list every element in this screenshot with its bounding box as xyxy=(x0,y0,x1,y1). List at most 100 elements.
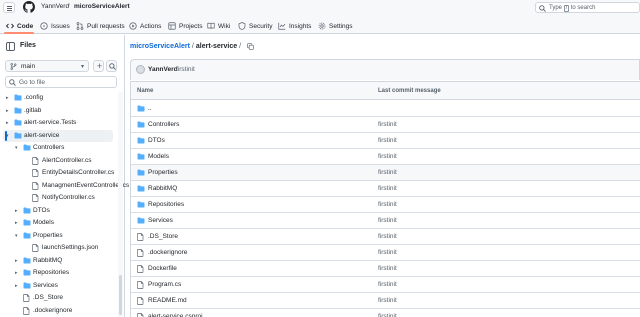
table-row[interactable]: Dockerfile firstinit xyxy=(131,261,640,277)
menu-button[interactable] xyxy=(3,2,15,13)
commit-message-link[interactable]: firstinit xyxy=(378,121,397,128)
tab-label: Security xyxy=(249,22,273,30)
tree-file[interactable]: NotifyController.cs xyxy=(0,192,118,204)
table-row[interactable]: .DS_Store firstinit xyxy=(131,229,640,245)
chevron-right-icon[interactable]: ▸ xyxy=(6,108,9,114)
commit-message-link[interactable]: firstinit xyxy=(378,217,397,224)
commit-message-link[interactable]: firstinit xyxy=(378,169,397,176)
chevron-right-icon[interactable]: ▸ xyxy=(15,258,18,264)
tree-file[interactable]: .dockerignore xyxy=(0,305,118,317)
table-row[interactable]: README.md firstinit xyxy=(131,293,640,309)
tab-projects[interactable]: Projects xyxy=(168,20,202,32)
commit-message-link[interactable]: firstinit xyxy=(378,233,397,240)
tree-folder[interactable]: ▸ DTOs xyxy=(0,205,118,217)
file-name-link[interactable]: Properties xyxy=(148,169,178,176)
file-name-link[interactable]: .DS_Store xyxy=(148,233,178,240)
commit-message-link[interactable]: firstinit xyxy=(378,297,397,304)
repo-name-link[interactable]: microServiceAlert xyxy=(74,3,130,10)
tree-file[interactable]: ManagmentEventController.cs xyxy=(0,180,129,192)
folder-icon xyxy=(23,282,31,288)
tree-folder[interactable]: ▸ .gitlab xyxy=(0,105,118,117)
go-to-file-field[interactable] xyxy=(5,76,117,88)
commit-message-link[interactable]: firstinit xyxy=(378,201,397,208)
file-name-link[interactable]: Services xyxy=(148,217,173,224)
go-to-file-input[interactable] xyxy=(19,78,109,87)
file-name-link[interactable]: Controllers xyxy=(148,121,179,128)
tree-folder[interactable]: ▸ .config xyxy=(0,92,118,104)
commit-message-link[interactable]: firstinit xyxy=(176,66,195,73)
file-name-link[interactable]: Program.cs xyxy=(148,281,181,288)
chevron-right-icon[interactable]: ▸ xyxy=(6,120,9,126)
tab-security[interactable]: Security xyxy=(238,20,272,32)
file-name-link[interactable]: Models xyxy=(148,153,169,160)
commit-message-link[interactable]: firstinit xyxy=(378,185,397,192)
table-row[interactable]: alert-service.csproj firstinit xyxy=(131,309,640,317)
tab-wiki[interactable]: Wiki xyxy=(207,20,230,32)
tree-folder[interactable]: ▸ alert-service.Tests xyxy=(0,117,118,129)
table-row[interactable]: RabbitMQ firstinit xyxy=(131,181,640,197)
chevron-right-icon[interactable]: ▸ xyxy=(6,95,9,101)
tree-file[interactable]: EntityDetailsController.cs xyxy=(0,167,118,179)
tree-folder[interactable]: ▾ Controllers xyxy=(0,142,118,154)
file-name-link[interactable]: DTOs xyxy=(148,137,165,144)
tree-folder[interactable]: ▾ Properties xyxy=(0,230,118,242)
chevron-right-icon[interactable]: ▸ xyxy=(15,283,18,289)
book-icon xyxy=(207,22,215,29)
tab-actions[interactable]: Actions xyxy=(129,20,161,32)
tree-file[interactable]: .DS_Store xyxy=(0,292,118,304)
chevron-right-icon[interactable]: ▸ xyxy=(15,220,18,226)
tree-file[interactable]: launchSettings.json xyxy=(0,242,118,254)
tab-pull-requests[interactable]: Pull requests xyxy=(76,20,125,32)
file-name-link[interactable]: .. xyxy=(148,105,152,112)
repo-owner-link[interactable]: YannVerd xyxy=(41,3,69,10)
tab-settings[interactable]: Settings xyxy=(318,20,353,32)
search-input[interactable]: Type / to search xyxy=(535,2,640,13)
commit-author-link[interactable]: YannVerd xyxy=(148,66,178,73)
commit-message-link[interactable]: firstinit xyxy=(378,249,397,256)
tab-insights[interactable]: Insights xyxy=(278,20,311,32)
tab-issues[interactable]: Issues xyxy=(40,20,70,32)
tab-code[interactable]: Code xyxy=(6,20,33,32)
table-row[interactable]: DTOs firstinit xyxy=(131,133,640,149)
avatar[interactable] xyxy=(136,65,145,74)
table-row[interactable]: Program.cs firstinit xyxy=(131,277,640,293)
table-row[interactable]: Properties firstinit xyxy=(131,165,640,181)
chevron-right-icon[interactable]: ▸ xyxy=(15,208,18,214)
search-files-button[interactable] xyxy=(106,60,117,72)
copy-path-icon[interactable] xyxy=(247,43,254,50)
folder-icon xyxy=(23,232,31,238)
file-name-link[interactable]: Dockerfile xyxy=(148,265,177,272)
chevron-down-icon[interactable]: ▾ xyxy=(6,133,9,139)
table-row[interactable]: .dockerignore firstinit xyxy=(131,245,640,261)
add-file-button[interactable]: + xyxy=(93,60,104,72)
file-name-link[interactable]: Repositories xyxy=(148,201,184,208)
commit-message-link[interactable]: firstinit xyxy=(378,281,397,288)
commit-message-link[interactable]: firstinit xyxy=(378,153,397,160)
file-name-link[interactable]: alert-service.csproj xyxy=(148,313,203,317)
tree-folder[interactable]: ▸ Services xyxy=(0,280,118,292)
commit-message-link[interactable]: firstinit xyxy=(378,137,397,144)
chevron-down-icon[interactable]: ▾ xyxy=(15,145,18,151)
table-row[interactable]: Controllers firstinit xyxy=(131,117,640,133)
file-name-link[interactable]: .dockerignore xyxy=(148,249,187,256)
sidebar-scrollbar-thumb[interactable] xyxy=(119,275,122,315)
sidebar-collapse-icon[interactable] xyxy=(6,42,15,51)
table-row[interactable]: Models firstinit xyxy=(131,149,640,165)
commit-message-link[interactable]: firstinit xyxy=(378,313,397,317)
table-row[interactable]: .. xyxy=(131,101,640,117)
table-row[interactable]: Repositories firstinit xyxy=(131,197,640,213)
tree-folder[interactable]: ▸ RabbitMQ xyxy=(0,255,118,267)
chevron-down-icon[interactable]: ▾ xyxy=(15,233,18,239)
github-logo-icon[interactable] xyxy=(23,1,35,13)
tree-file[interactable]: AlertController.cs xyxy=(0,155,118,167)
tree-folder[interactable]: ▸ Repositories xyxy=(0,267,118,279)
tree-folder[interactable]: ▾ alert-service xyxy=(3,129,113,142)
file-name-link[interactable]: README.md xyxy=(148,297,187,304)
branch-selector[interactable]: main ▾ xyxy=(5,60,89,72)
chevron-right-icon[interactable]: ▸ xyxy=(15,270,18,276)
commit-message-link[interactable]: firstinit xyxy=(378,265,397,272)
breadcrumb-repo-link[interactable]: microServiceAlert xyxy=(130,43,190,50)
tree-folder[interactable]: ▸ Models xyxy=(0,217,118,229)
file-name-link[interactable]: RabbitMQ xyxy=(148,185,177,192)
table-row[interactable]: Services firstinit xyxy=(131,213,640,229)
